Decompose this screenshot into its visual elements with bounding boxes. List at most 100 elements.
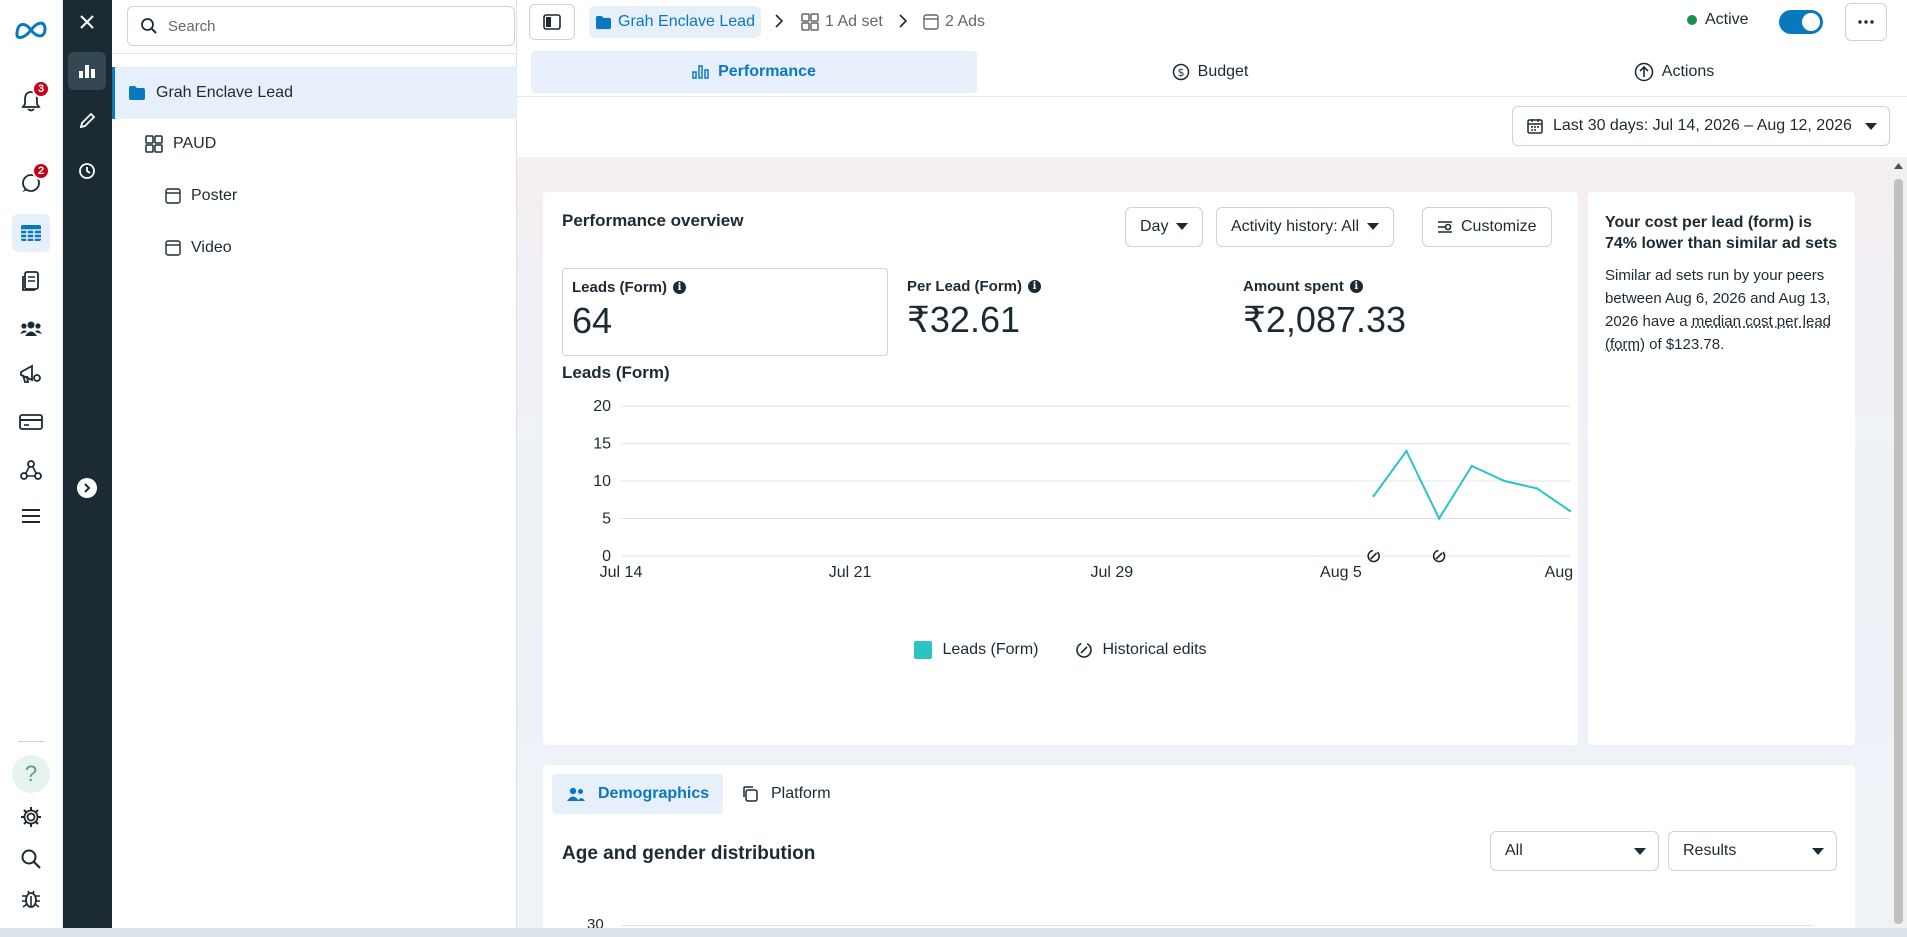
data-point[interactable] (1503, 479, 1506, 483)
demographics-card: Demographics Platform Age and gender dis… (543, 765, 1855, 937)
customize-button[interactable]: Customize (1422, 207, 1552, 247)
active-toggle[interactable] (1779, 10, 1823, 34)
tab-budget[interactable]: $ Budget (977, 51, 1443, 93)
pages-icon[interactable] (12, 262, 50, 300)
caret-down-icon (1367, 223, 1380, 230)
info-icon[interactable]: i (673, 281, 687, 294)
insight-text: Similar ad sets run by your peers betwee… (1605, 264, 1838, 356)
tree-item-campaign[interactable]: Grah Enclave Lead (112, 67, 517, 119)
dropdown-label: Activity history: All (1231, 218, 1360, 235)
historical-edit-icon (1075, 642, 1092, 658)
data-point[interactable] (1437, 517, 1441, 520)
help-icon[interactable]: ? (12, 755, 50, 793)
horizontal-scrollbar[interactable] (0, 928, 1907, 937)
nav-divider (18, 741, 45, 742)
tab-performance[interactable]: Performance (531, 51, 977, 93)
scroll-up-arrow-icon[interactable] (1894, 162, 1903, 170)
bar-chart-icon (692, 65, 709, 79)
x-axis-tick-label: Aug 12 (1545, 564, 1578, 581)
dollar-circle-icon: $ (1172, 63, 1189, 81)
info-icon[interactable]: i (1028, 280, 1042, 293)
legend-label: Leads (Form) (942, 641, 1039, 658)
scrollbar-thumb[interactable] (1894, 179, 1903, 924)
events-manager-icon[interactable] (12, 451, 50, 489)
content-area: Performance overview Day Activity histor… (517, 157, 1907, 937)
data-point[interactable] (1470, 464, 1474, 468)
historical-edit-marker[interactable] (1366, 549, 1381, 563)
expand-chevron-icon[interactable] (77, 478, 97, 498)
search-icon[interactable] (12, 840, 50, 878)
tree-item-adset[interactable]: PAUD (112, 118, 517, 170)
tree-item-label: PAUD (173, 135, 217, 152)
metric-label: Leads (Form) (572, 279, 668, 296)
search-icon (141, 18, 157, 34)
tree-item-ad[interactable]: Poster (112, 170, 517, 222)
main-panel: Grah Enclave Lead 1 Ad set 2 Ads Active (517, 0, 1907, 937)
metric-card-amount-spent[interactable]: Amount spent i ₹2,087.33 (1234, 268, 1560, 356)
breadcrumb-adset[interactable]: 1 Ad set (795, 6, 889, 38)
insight-title: Your cost per lead (form) is 74% lower t… (1605, 214, 1838, 252)
granularity-dropdown[interactable]: Day (1125, 207, 1204, 247)
tab-demographics[interactable]: Demographics (552, 774, 724, 814)
performance-chart-icon[interactable] (68, 52, 106, 90)
caret-down-icon (1812, 848, 1824, 855)
campaign-settings-icon[interactable] (12, 355, 50, 393)
metric-value: ₹32.61 (907, 299, 1020, 340)
messages-icon[interactable]: 2 (12, 162, 50, 202)
historical-edit-marker[interactable] (1432, 549, 1447, 563)
notifications-icon[interactable]: 3 (12, 80, 50, 120)
tab-label: Budget (1197, 63, 1249, 80)
dropdown-label: All (1505, 842, 1523, 859)
more-options-button[interactable] (1845, 3, 1887, 41)
legend-item-leads[interactable]: Leads (Form) (914, 641, 1039, 659)
delivery-status: Active (1687, 11, 1749, 29)
tree-item-label: Grah Enclave Lead (156, 84, 293, 101)
more-dots-icon (1858, 20, 1874, 24)
ads-manager-table-icon[interactable] (12, 214, 50, 252)
legend-swatch (914, 641, 933, 659)
data-point[interactable] (1405, 449, 1408, 453)
date-range-picker[interactable]: Last 30 days: Jul 14, 2026 – Aug 12, 202… (1512, 106, 1890, 146)
audience-filter-dropdown[interactable]: All (1490, 831, 1659, 871)
gridline (621, 925, 1814, 926)
tab-actions[interactable]: Actions (1443, 51, 1905, 93)
close-icon[interactable] (68, 3, 106, 41)
history-clock-icon[interactable] (68, 152, 106, 190)
legend-item-historical-edits[interactable]: Historical edits (1075, 641, 1207, 659)
metric-filter-dropdown[interactable]: Results (1668, 831, 1837, 871)
calendar-icon (1527, 119, 1543, 134)
metric-card-leads[interactable]: Leads (Form) i 64 (562, 268, 888, 356)
data-point[interactable] (1568, 509, 1572, 513)
breadcrumb-campaign[interactable]: Grah Enclave Lead (589, 6, 761, 38)
chevron-right-icon (775, 14, 783, 28)
search-input[interactable] (168, 17, 498, 35)
vertical-scrollbar[interactable] (1890, 157, 1907, 937)
tab-platform[interactable]: Platform (727, 774, 845, 814)
report-bug-icon[interactable] (12, 880, 50, 918)
breadcrumb-label: 1 Ad set (825, 13, 883, 30)
panel-layout-icon (543, 14, 561, 30)
breadcrumb-ads[interactable]: 2 Ads (917, 6, 991, 38)
series-line-leads[interactable] (1372, 449, 1571, 521)
leads-line-chart: 20 15 10 5 0Jul 14 Jul 21 Jul 29 Aug 5 Aug 12 (593, 398, 1578, 581)
tree-item-label: Video (191, 239, 232, 256)
info-icon[interactable]: i (1349, 280, 1363, 293)
chart-title: Leads (Form) (562, 363, 670, 382)
help-label: ? (12, 755, 50, 793)
meta-logo-icon[interactable] (12, 11, 50, 49)
data-point[interactable] (1372, 494, 1375, 498)
activity-history-dropdown[interactable]: Activity history: All (1216, 207, 1395, 247)
data-point[interactable] (1536, 487, 1539, 490)
tabs-divider (517, 96, 1907, 97)
toggle-panel-button[interactable] (529, 4, 575, 40)
edit-pencil-icon[interactable] (68, 102, 106, 140)
caret-down-icon (1634, 848, 1646, 855)
tree-search[interactable] (127, 6, 515, 46)
audiences-icon[interactable] (12, 309, 50, 347)
all-tools-menu-icon[interactable] (12, 497, 50, 535)
settings-gear-icon[interactable] (12, 798, 50, 836)
insight-card: Your cost per lead (form) is 74% lower t… (1588, 192, 1855, 745)
billing-icon[interactable] (12, 403, 50, 441)
tree-item-ad[interactable]: Video (112, 222, 517, 274)
metric-card-per-lead[interactable]: Per Lead (Form) i ₹32.61 (898, 268, 1224, 356)
